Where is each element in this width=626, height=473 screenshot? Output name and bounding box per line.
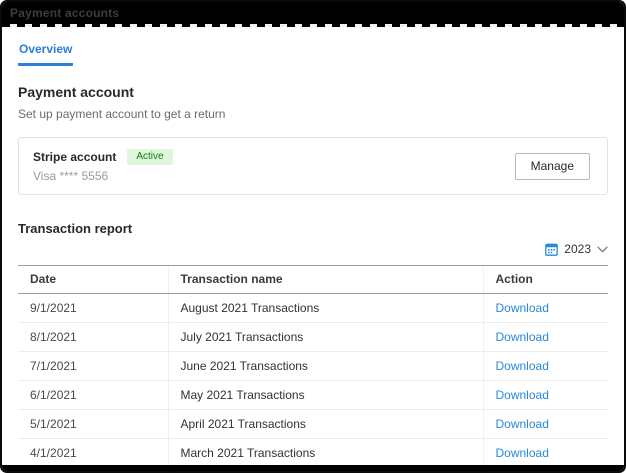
- table-row: 5/1/2021 April 2021 Transactions Downloa…: [18, 410, 608, 439]
- capture-bottom-bar: [2, 465, 624, 471]
- table-row: 9/1/2021 August 2021 Transactions Downlo…: [18, 294, 608, 323]
- payment-account-heading: Payment account: [18, 84, 608, 100]
- date-cell: 8/1/2021: [18, 323, 168, 352]
- year-filter-dropdown[interactable]: 2023: [545, 242, 608, 256]
- column-header-transaction-name: Transaction name: [168, 266, 483, 294]
- calendar-icon: [545, 243, 558, 256]
- transaction-name-cell: April 2021 Transactions: [168, 410, 483, 439]
- page-content: Overview Payment account Set up payment …: [2, 27, 624, 468]
- table-row: 7/1/2021 June 2021 Transactions Download: [18, 352, 608, 381]
- app-window: Payment accounts Overview Payment accoun…: [0, 0, 626, 473]
- download-link[interactable]: Download: [496, 359, 549, 373]
- capture-titlebar: Payment accounts: [2, 2, 624, 24]
- year-value: 2023: [564, 242, 591, 256]
- table-header-row: Date Transaction name Action: [18, 266, 608, 294]
- status-badge: Active: [127, 149, 172, 165]
- download-link[interactable]: Download: [496, 446, 549, 460]
- transaction-name-cell: August 2021 Transactions: [168, 294, 483, 323]
- transaction-name-cell: March 2021 Transactions: [168, 439, 483, 468]
- transaction-report-heading: Transaction report: [18, 221, 608, 236]
- transaction-name-cell: June 2021 Transactions: [168, 352, 483, 381]
- stripe-account-card: Stripe account Active Visa **** 5556 Man…: [18, 137, 608, 195]
- tab-bar: Overview: [18, 27, 608, 66]
- action-cell: Download: [483, 439, 608, 468]
- table-row: 6/1/2021 May 2021 Transactions Download: [18, 381, 608, 410]
- download-link[interactable]: Download: [496, 388, 549, 402]
- action-cell: Download: [483, 352, 608, 381]
- download-link[interactable]: Download: [496, 417, 549, 431]
- column-header-action: Action: [483, 266, 608, 294]
- transaction-name-cell: May 2021 Transactions: [168, 381, 483, 410]
- account-name: Stripe account: [33, 150, 116, 164]
- date-cell: 9/1/2021: [18, 294, 168, 323]
- table-row: 8/1/2021 July 2021 Transactions Download: [18, 323, 608, 352]
- column-header-date: Date: [18, 266, 168, 294]
- table-row: 4/1/2021 March 2021 Transactions Downloa…: [18, 439, 608, 468]
- window-title: Payment accounts: [10, 6, 119, 20]
- account-info: Stripe account Active Visa **** 5556: [33, 149, 173, 183]
- card-number: Visa **** 5556: [33, 169, 173, 183]
- transaction-table-body: 9/1/2021 August 2021 Transactions Downlo…: [18, 294, 608, 468]
- transaction-name-cell: July 2021 Transactions: [168, 323, 483, 352]
- date-cell: 4/1/2021: [18, 439, 168, 468]
- date-cell: 5/1/2021: [18, 410, 168, 439]
- manage-button[interactable]: Manage: [515, 153, 590, 180]
- action-cell: Download: [483, 323, 608, 352]
- payment-account-subheading: Set up payment account to get a return: [18, 107, 608, 121]
- action-cell: Download: [483, 294, 608, 323]
- action-cell: Download: [483, 410, 608, 439]
- date-cell: 6/1/2021: [18, 381, 168, 410]
- tab-overview[interactable]: Overview: [18, 42, 73, 66]
- chevron-down-icon: [597, 246, 608, 253]
- year-filter-row: 2023: [18, 238, 608, 260]
- transaction-table: Date Transaction name Action 9/1/2021 Au…: [18, 265, 608, 468]
- action-cell: Download: [483, 381, 608, 410]
- download-link[interactable]: Download: [496, 301, 549, 315]
- date-cell: 7/1/2021: [18, 352, 168, 381]
- download-link[interactable]: Download: [496, 330, 549, 344]
